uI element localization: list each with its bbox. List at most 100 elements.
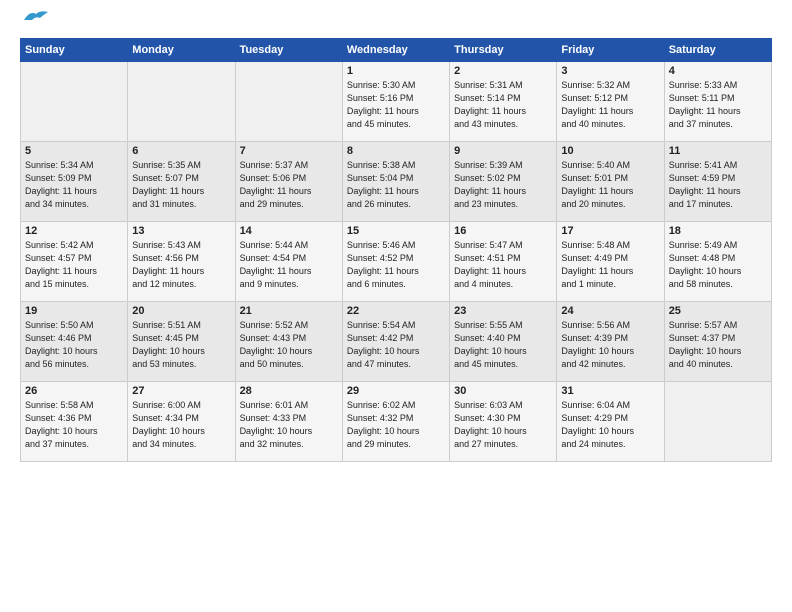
day-info: Sunrise: 5:35 AM Sunset: 5:07 PM Dayligh…	[132, 159, 230, 211]
logo-bird-icon	[22, 8, 50, 28]
col-header-sunday: Sunday	[21, 39, 128, 62]
day-number: 11	[669, 145, 767, 157]
col-header-thursday: Thursday	[450, 39, 557, 62]
col-header-saturday: Saturday	[664, 39, 771, 62]
calendar-empty-cell	[664, 382, 771, 462]
day-number: 28	[240, 385, 338, 397]
calendar-day-19: 19 Sunrise: 5:50 AM Sunset: 4:46 PM Dayli…	[21, 302, 128, 382]
day-info: Sunrise: 6:00 AM Sunset: 4:34 PM Dayligh…	[132, 399, 230, 451]
day-number: 26	[25, 385, 123, 397]
calendar-day-14: 14 Sunrise: 5:44 AM Sunset: 4:54 PM Dayli…	[235, 222, 342, 302]
day-info: Sunrise: 5:51 AM Sunset: 4:45 PM Dayligh…	[132, 319, 230, 371]
day-number: 10	[561, 145, 659, 157]
day-info: Sunrise: 5:55 AM Sunset: 4:40 PM Dayligh…	[454, 319, 552, 371]
calendar-day-3: 3 Sunrise: 5:32 AM Sunset: 5:12 PM Daylig…	[557, 62, 664, 142]
day-number: 22	[347, 305, 445, 317]
calendar-day-9: 9Sunrise: 5:39 AM Sunset: 5:02 PM Daylig…	[450, 142, 557, 222]
calendar-day-20: 20 Sunrise: 5:51 AM Sunset: 4:45 PM Dayli…	[128, 302, 235, 382]
day-number: 20	[132, 305, 230, 317]
day-number: 29	[347, 385, 445, 397]
calendar-day-12: 12 Sunrise: 5:42 AM Sunset: 4:57 PM Dayli…	[21, 222, 128, 302]
day-number: 31	[561, 385, 659, 397]
day-number: 5	[25, 145, 123, 157]
calendar-day-11: 11 Sunrise: 5:41 AM Sunset: 4:59 PM Dayli…	[664, 142, 771, 222]
day-number: 18	[669, 225, 767, 237]
day-info: Sunrise: 5:48 AM Sunset: 4:49 PM Dayligh…	[561, 239, 659, 291]
day-number: 21	[240, 305, 338, 317]
day-number: 9	[454, 145, 552, 157]
day-info: Sunrise: 5:33 AM Sunset: 5:11 PM Dayligh…	[669, 79, 767, 131]
day-number: 17	[561, 225, 659, 237]
calendar-empty-cell	[21, 62, 128, 142]
day-number: 4	[669, 65, 767, 77]
day-info: Sunrise: 5:57 AM Sunset: 4:37 PM Dayligh…	[669, 319, 767, 371]
calendar-empty-cell	[235, 62, 342, 142]
calendar-day-16: 16 Sunrise: 5:47 AM Sunset: 4:51 PM Dayli…	[450, 222, 557, 302]
logo	[20, 16, 50, 28]
day-info: Sunrise: 5:47 AM Sunset: 4:51 PM Dayligh…	[454, 239, 552, 291]
day-number: 6	[132, 145, 230, 157]
calendar-day-29: 29Sunrise: 6:02 AM Sunset: 4:32 PM Dayli…	[342, 382, 449, 462]
calendar-day-26: 26 Sunrise: 5:58 AM Sunset: 4:36 PM Dayli…	[21, 382, 128, 462]
day-info: Sunrise: 5:42 AM Sunset: 4:57 PM Dayligh…	[25, 239, 123, 291]
header	[20, 16, 772, 28]
day-info: Sunrise: 5:31 AM Sunset: 5:14 PM Dayligh…	[454, 79, 552, 131]
calendar-day-13: 13Sunrise: 5:43 AM Sunset: 4:56 PM Dayli…	[128, 222, 235, 302]
calendar-week-row: 1 Sunrise: 5:30 AM Sunset: 5:16 PM Daylig…	[21, 62, 772, 142]
day-number: 16	[454, 225, 552, 237]
calendar-empty-cell	[128, 62, 235, 142]
day-info: Sunrise: 5:58 AM Sunset: 4:36 PM Dayligh…	[25, 399, 123, 451]
day-info: Sunrise: 5:41 AM Sunset: 4:59 PM Dayligh…	[669, 159, 767, 211]
day-info: Sunrise: 5:44 AM Sunset: 4:54 PM Dayligh…	[240, 239, 338, 291]
day-number: 7	[240, 145, 338, 157]
day-info: Sunrise: 5:34 AM Sunset: 5:09 PM Dayligh…	[25, 159, 123, 211]
calendar-week-row: 5 Sunrise: 5:34 AM Sunset: 5:09 PM Daylig…	[21, 142, 772, 222]
calendar-day-27: 27Sunrise: 6:00 AM Sunset: 4:34 PM Dayli…	[128, 382, 235, 462]
day-info: Sunrise: 6:04 AM Sunset: 4:29 PM Dayligh…	[561, 399, 659, 451]
day-info: Sunrise: 5:38 AM Sunset: 5:04 PM Dayligh…	[347, 159, 445, 211]
day-number: 24	[561, 305, 659, 317]
calendar-day-10: 10 Sunrise: 5:40 AM Sunset: 5:01 PM Dayli…	[557, 142, 664, 222]
calendar-day-18: 18 Sunrise: 5:49 AM Sunset: 4:48 PM Dayli…	[664, 222, 771, 302]
day-number: 1	[347, 65, 445, 77]
day-number: 12	[25, 225, 123, 237]
day-info: Sunrise: 5:30 AM Sunset: 5:16 PM Dayligh…	[347, 79, 445, 131]
day-info: Sunrise: 6:01 AM Sunset: 4:33 PM Dayligh…	[240, 399, 338, 451]
calendar-week-row: 26 Sunrise: 5:58 AM Sunset: 4:36 PM Dayli…	[21, 382, 772, 462]
calendar-header-row: SundayMondayTuesdayWednesdayThursdayFrid…	[21, 39, 772, 62]
calendar-day-2: 2 Sunrise: 5:31 AM Sunset: 5:14 PM Daylig…	[450, 62, 557, 142]
day-info: Sunrise: 5:56 AM Sunset: 4:39 PM Dayligh…	[561, 319, 659, 371]
day-info: Sunrise: 5:46 AM Sunset: 4:52 PM Dayligh…	[347, 239, 445, 291]
day-info: Sunrise: 5:43 AM Sunset: 4:56 PM Dayligh…	[132, 239, 230, 291]
calendar-day-30: 30Sunrise: 6:03 AM Sunset: 4:30 PM Dayli…	[450, 382, 557, 462]
day-number: 14	[240, 225, 338, 237]
calendar-day-31: 31 Sunrise: 6:04 AM Sunset: 4:29 PM Dayli…	[557, 382, 664, 462]
calendar-day-21: 21Sunrise: 5:52 AM Sunset: 4:43 PM Dayli…	[235, 302, 342, 382]
day-info: Sunrise: 6:03 AM Sunset: 4:30 PM Dayligh…	[454, 399, 552, 451]
day-number: 25	[669, 305, 767, 317]
calendar-week-row: 12 Sunrise: 5:42 AM Sunset: 4:57 PM Dayli…	[21, 222, 772, 302]
day-number: 3	[561, 65, 659, 77]
day-info: Sunrise: 5:40 AM Sunset: 5:01 PM Dayligh…	[561, 159, 659, 211]
calendar-table: SundayMondayTuesdayWednesdayThursdayFrid…	[20, 38, 772, 462]
calendar-day-6: 6 Sunrise: 5:35 AM Sunset: 5:07 PM Daylig…	[128, 142, 235, 222]
day-number: 19	[25, 305, 123, 317]
day-info: Sunrise: 5:37 AM Sunset: 5:06 PM Dayligh…	[240, 159, 338, 211]
day-info: Sunrise: 5:32 AM Sunset: 5:12 PM Dayligh…	[561, 79, 659, 131]
page: SundayMondayTuesdayWednesdayThursdayFrid…	[0, 0, 792, 612]
calendar-day-1: 1 Sunrise: 5:30 AM Sunset: 5:16 PM Daylig…	[342, 62, 449, 142]
calendar-day-8: 8 Sunrise: 5:38 AM Sunset: 5:04 PM Daylig…	[342, 142, 449, 222]
col-header-monday: Monday	[128, 39, 235, 62]
day-number: 8	[347, 145, 445, 157]
calendar-day-5: 5 Sunrise: 5:34 AM Sunset: 5:09 PM Daylig…	[21, 142, 128, 222]
calendar-day-24: 24 Sunrise: 5:56 AM Sunset: 4:39 PM Dayli…	[557, 302, 664, 382]
calendar-day-15: 15Sunrise: 5:46 AM Sunset: 4:52 PM Dayli…	[342, 222, 449, 302]
day-info: Sunrise: 5:49 AM Sunset: 4:48 PM Dayligh…	[669, 239, 767, 291]
calendar-day-4: 4 Sunrise: 5:33 AM Sunset: 5:11 PM Daylig…	[664, 62, 771, 142]
calendar-day-7: 7 Sunrise: 5:37 AM Sunset: 5:06 PM Daylig…	[235, 142, 342, 222]
calendar-day-25: 25 Sunrise: 5:57 AM Sunset: 4:37 PM Dayli…	[664, 302, 771, 382]
day-number: 2	[454, 65, 552, 77]
col-header-wednesday: Wednesday	[342, 39, 449, 62]
col-header-friday: Friday	[557, 39, 664, 62]
day-info: Sunrise: 5:50 AM Sunset: 4:46 PM Dayligh…	[25, 319, 123, 371]
